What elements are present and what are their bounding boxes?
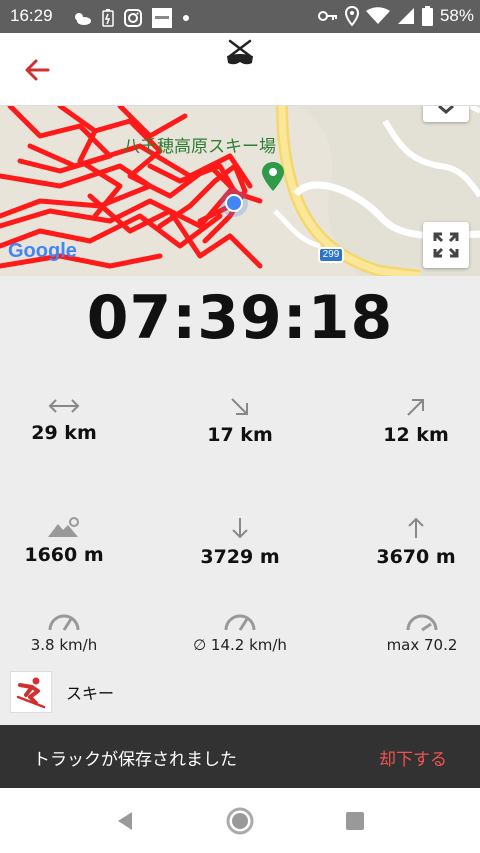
fullscreen-icon: [433, 232, 459, 258]
snackbar: トラックが保存されました 却下する: [0, 725, 480, 788]
battery-icon: [421, 6, 433, 26]
stat-ascent: 3670 m: [366, 516, 466, 568]
descent-value: 3729 m: [200, 546, 280, 568]
app-header: [0, 33, 480, 106]
instagram-icon: [124, 9, 142, 27]
nav-home-icon: [226, 807, 254, 835]
downhill-distance-value: 17 km: [207, 424, 273, 446]
stat-uphill-distance: 12 km: [366, 396, 466, 446]
horizontal-arrows-icon: [48, 399, 80, 413]
nav-back-button[interactable]: [110, 806, 140, 836]
nav-recents-button[interactable]: [340, 806, 370, 836]
elapsed-timer: 07:39:18: [86, 283, 394, 353]
speed-max-value: max 70.2: [386, 636, 458, 654]
dismiss-button[interactable]: 却下する: [379, 745, 447, 770]
arrow-down-right-icon: [231, 398, 248, 415]
route-number-badge: 299: [318, 247, 344, 263]
ascent-value: 3670 m: [376, 546, 456, 568]
stat-distance: 29 km: [14, 396, 114, 444]
back-arrow-icon[interactable]: [22, 55, 52, 85]
snackbar-message: トラックが保存されました: [33, 750, 237, 770]
activity-label: スキー: [66, 684, 115, 703]
signal-icon: [397, 8, 414, 24]
stat-speed-average: ∅ 14.2 km/h: [180, 610, 300, 654]
location-icon: [344, 6, 359, 26]
stat-max-altitude: 1660 m: [14, 516, 114, 566]
status-time: 16:29: [10, 6, 53, 25]
battery-percent: 58%: [439, 6, 474, 25]
weather-icon: [75, 13, 91, 25]
distance-value: 29 km: [31, 422, 97, 444]
system-nav-bar: [0, 788, 480, 853]
google-logo: Google: [8, 240, 77, 263]
skier-icon: [10, 671, 52, 713]
stat-speed-max: max 70.2: [366, 610, 478, 654]
speedometer-low-icon: [48, 614, 80, 631]
nav-home-button[interactable]: [225, 806, 255, 836]
nav-back-icon: [118, 812, 132, 830]
notification-icons: [72, 8, 190, 28]
wifi-icon: [365, 7, 390, 24]
activity-type[interactable]: スキー: [10, 671, 114, 713]
mountain-pin-icon: [48, 517, 79, 537]
speed-current-value: 3.8 km/h: [30, 636, 98, 654]
speedometer-max-icon: [406, 614, 438, 632]
status-bar: 16:29 58%: [0, 0, 480, 33]
arrow-up-icon: [408, 517, 424, 538]
google-label: Google: [8, 240, 77, 262]
system-icons: 58%: [317, 6, 474, 26]
uphill-distance-value: 12 km: [383, 424, 449, 446]
stat-descent: 3729 m: [190, 516, 290, 568]
chevron-down-icon: [438, 106, 454, 114]
map-collapse-button[interactable]: [423, 106, 469, 122]
max-altitude-value: 1660 m: [24, 544, 104, 566]
map-place-label: 八千穂高原スキー場: [123, 137, 276, 157]
arrow-up-right-icon: [407, 399, 424, 416]
route-map[interactable]: 八千穂高原スキー場 Google 299: [0, 106, 480, 276]
nav-recents-icon: [346, 812, 364, 830]
stat-downhill-distance: 17 km: [190, 396, 290, 446]
arrow-down-icon: [232, 518, 248, 539]
speed-average-value: ∅ 14.2 km/h: [193, 636, 287, 654]
dot-icon: [183, 15, 189, 21]
map-expand-button[interactable]: [423, 222, 469, 268]
battery-saver-icon: [102, 9, 114, 27]
speedometer-average-icon: [224, 614, 256, 631]
app-icon: [152, 8, 172, 28]
ski-goggles-logo-icon: [227, 39, 253, 65]
stat-speed-current: 3.8 km/h: [4, 610, 124, 654]
key-icon: [317, 11, 337, 21]
